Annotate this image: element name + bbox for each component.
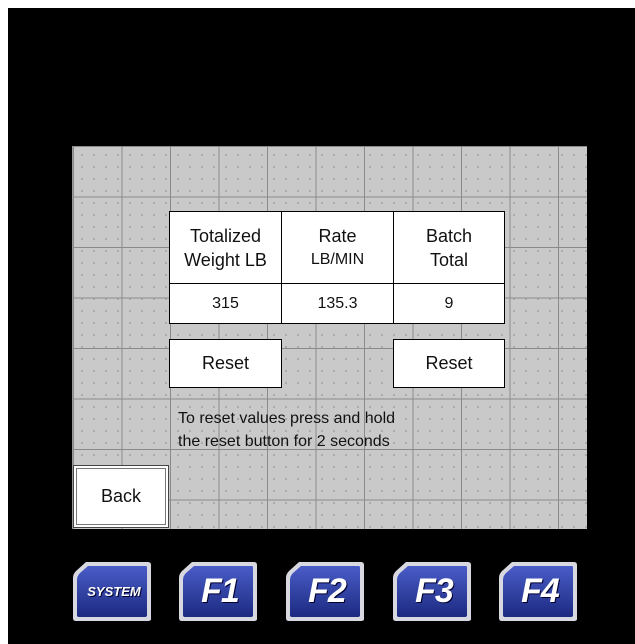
header-batch-total: Batch Total (393, 211, 505, 284)
value-batch-total: 9 (393, 283, 505, 324)
reset-instructions: To reset values press and hold the reset… (178, 407, 498, 453)
f2-key[interactable]: F2 (285, 560, 365, 622)
header-line: Weight LB (184, 249, 267, 270)
header-line: Batch (425, 225, 473, 246)
header-totalized-weight: Totalized Weight LB (169, 211, 282, 284)
back-button[interactable]: Back (73, 465, 169, 528)
f2-key-label: F2 (308, 571, 347, 610)
f4-key[interactable]: F4 (498, 560, 578, 622)
value-totalized-weight: 315 (169, 283, 282, 324)
system-key[interactable]: SYSTEM (72, 560, 152, 622)
header-line: Totalized (189, 225, 262, 246)
f3-key[interactable]: F3 (392, 560, 472, 622)
f3-key-label: F3 (415, 571, 454, 610)
header-rate: Rate LB/MIN (281, 211, 394, 284)
reset-batch-button[interactable]: Reset (393, 339, 505, 388)
instructions-line: To reset values press and hold (178, 410, 396, 427)
f1-key-label: F1 (201, 571, 240, 610)
reset-totalized-button[interactable]: Reset (169, 339, 282, 388)
header-line: Total (429, 249, 469, 270)
f1-key[interactable]: F1 (178, 560, 258, 622)
instructions-line: the reset button for 2 seconds (178, 433, 390, 450)
f4-key-label: F4 (521, 571, 560, 610)
system-key-label: SYSTEM (87, 583, 141, 599)
header-line: LB/MIN (310, 250, 365, 268)
value-rate: 135.3 (281, 283, 394, 324)
header-line: Rate (318, 225, 357, 246)
